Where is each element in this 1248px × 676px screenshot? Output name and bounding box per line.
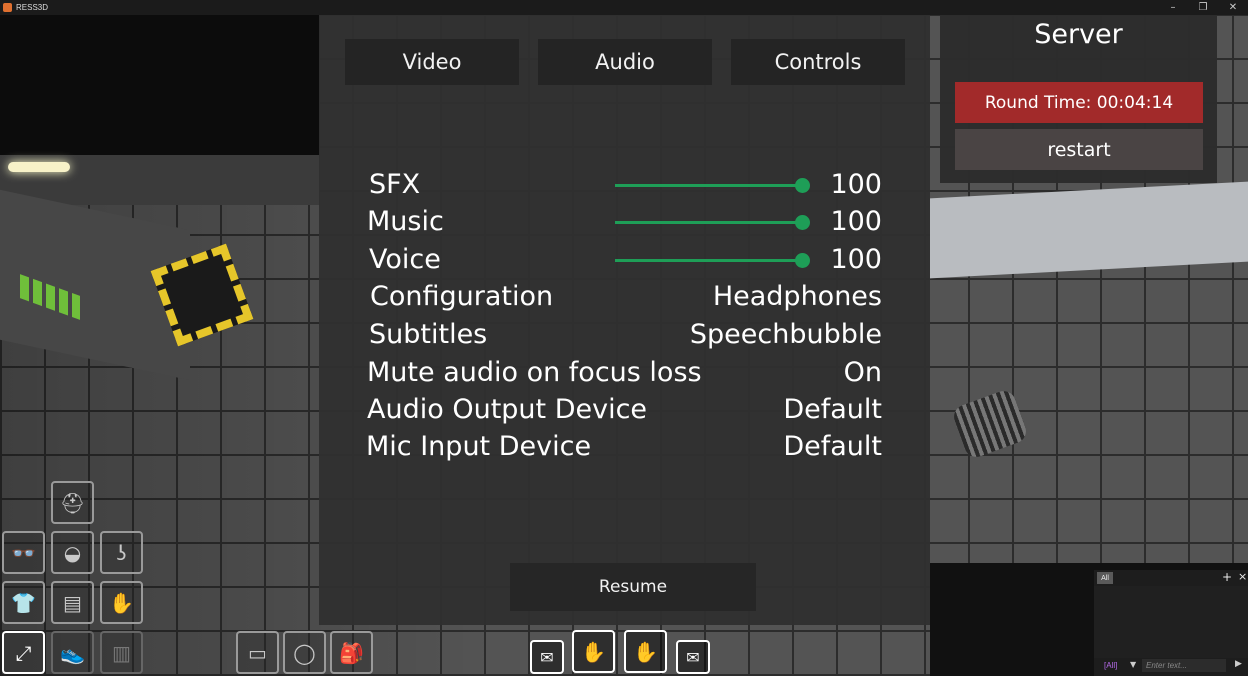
- slider-thumb[interactable]: [795, 215, 810, 230]
- hand-slot-right[interactable]: ✋: [624, 630, 667, 673]
- scene-floor-vent: [950, 387, 1030, 461]
- id-card-icon: ▭: [248, 640, 267, 665]
- shoes-icon: 👟: [60, 640, 85, 665]
- inventory-slot-backpack[interactable]: 🎒: [330, 631, 373, 674]
- suit-icon: ▥: [112, 640, 131, 665]
- mask-icon: ◒: [63, 540, 82, 565]
- setting-row-mic-device[interactable]: Mic Input Device Default: [319, 428, 930, 466]
- audio-settings-panel: Video Audio Controls SFX 100 Music 100 V…: [319, 15, 930, 625]
- setting-value[interactable]: Speechbubble: [690, 316, 882, 354]
- expand-icon: ⤢: [15, 640, 32, 665]
- setting-row-output-device[interactable]: Audio Output Device Default: [319, 391, 930, 429]
- setting-label: Audio Output Device: [367, 394, 648, 425]
- helmet-icon: ⛑: [59, 490, 86, 515]
- inventory-slot-head[interactable]: ⛑: [51, 481, 94, 524]
- setting-value: 100: [830, 206, 882, 237]
- setting-value[interactable]: On: [844, 354, 882, 392]
- glove-icon: ✋: [109, 590, 134, 615]
- setting-value: 100: [830, 169, 882, 200]
- setting-row-music: Music 100: [319, 203, 930, 241]
- inventory-toggle[interactable]: ⤢: [2, 631, 45, 674]
- inventory-slot-uniform[interactable]: 👕: [2, 581, 45, 624]
- setting-row-voice: Voice 100: [319, 241, 930, 279]
- restore-button[interactable]: ❐: [1188, 0, 1218, 15]
- chat-channel[interactable]: [All]: [1104, 661, 1117, 670]
- voice-slider[interactable]: [615, 253, 810, 268]
- inventory-slot-gloves[interactable]: ✋: [100, 581, 143, 624]
- hand-icon: ✋: [581, 639, 606, 664]
- setting-value[interactable]: Default: [783, 391, 882, 429]
- chat-tab-all[interactable]: All: [1097, 572, 1113, 584]
- tab-video[interactable]: Video: [345, 39, 519, 85]
- window-titlebar: RESS3D – ❐ ✕: [0, 0, 1248, 15]
- inventory-slot-suit[interactable]: ▥: [100, 631, 143, 674]
- setting-label: Voice: [369, 244, 441, 275]
- ear-icon: ʖ: [116, 540, 127, 565]
- setting-label: Configuration: [370, 281, 554, 312]
- pocket-icon: ✉: [540, 647, 554, 667]
- round-time-badge: Round Time: 00:04:14: [955, 82, 1203, 123]
- setting-label: Subtitles: [369, 319, 488, 350]
- setting-value[interactable]: Default: [783, 428, 882, 466]
- setting-value: 100: [830, 244, 882, 275]
- inventory-slot-mask[interactable]: ◒: [51, 531, 94, 574]
- minimize-button[interactable]: –: [1158, 0, 1188, 15]
- send-icon[interactable]: ▶: [1235, 659, 1242, 669]
- pocket-icon: ✉: [686, 647, 700, 667]
- inventory-slot-id[interactable]: ▭: [236, 631, 279, 674]
- resume-button[interactable]: Resume: [510, 563, 756, 611]
- add-tab-icon[interactable]: +: [1222, 570, 1232, 584]
- close-icon[interactable]: ×: [1238, 570, 1247, 583]
- tab-controls[interactable]: Controls: [731, 39, 905, 85]
- scene-wall: [0, 15, 320, 155]
- sfx-slider[interactable]: [615, 178, 810, 193]
- setting-row-subtitles[interactable]: Subtitles Speechbubble: [319, 316, 930, 354]
- setting-row-sfx: SFX 100: [319, 166, 930, 204]
- scene-lamp: [8, 162, 70, 172]
- hand-slot-left[interactable]: ✋: [572, 630, 615, 673]
- inventory-slot-eyes[interactable]: 👓: [2, 531, 45, 574]
- inventory-slot-belt[interactable]: ◯: [283, 631, 326, 674]
- inventory-slot-pocket-left[interactable]: ✉: [530, 640, 564, 674]
- setting-row-configuration[interactable]: Configuration Headphones: [319, 278, 930, 316]
- scene-table: [930, 181, 1248, 279]
- slider-thumb[interactable]: [795, 178, 810, 193]
- window-title: RESS3D: [16, 3, 49, 12]
- backpack-icon: 🎒: [339, 640, 364, 665]
- slider-thumb[interactable]: [795, 253, 810, 268]
- setting-label: SFX: [369, 169, 421, 200]
- inventory-slot-pocket-right[interactable]: ✉: [676, 640, 710, 674]
- app-icon: [3, 3, 12, 12]
- chat-log: [1094, 586, 1248, 658]
- setting-label: Mic Input Device: [366, 431, 592, 462]
- shirt-icon: 👕: [11, 590, 36, 615]
- restart-button[interactable]: restart: [955, 129, 1203, 170]
- setting-label: Mute audio on focus loss: [367, 357, 702, 388]
- inventory-slot-ear[interactable]: ʖ: [100, 531, 143, 574]
- inventory-slot-shoes[interactable]: 👟: [51, 631, 94, 674]
- glasses-icon: 👓: [11, 540, 36, 565]
- close-button[interactable]: ✕: [1218, 0, 1248, 15]
- chat-window: All + × [All] ▼ Enter text... ▶: [1094, 570, 1248, 676]
- chat-input[interactable]: Enter text...: [1142, 659, 1226, 672]
- tab-audio[interactable]: Audio: [538, 39, 712, 85]
- hand-icon: ✋: [633, 639, 658, 664]
- setting-label: Music: [367, 206, 444, 237]
- server-title: Server: [1034, 19, 1123, 50]
- music-slider[interactable]: [615, 215, 810, 230]
- belt-icon: ◯: [293, 640, 316, 665]
- inventory-slot-vest[interactable]: ▤: [51, 581, 94, 624]
- setting-row-mute-focus[interactable]: Mute audio on focus loss On: [319, 354, 930, 392]
- vest-icon: ▤: [63, 590, 82, 615]
- chevron-down-icon[interactable]: ▼: [1130, 660, 1136, 669]
- setting-value[interactable]: Headphones: [713, 278, 882, 316]
- server-panel: Server Round Time: 00:04:14 restart: [940, 15, 1217, 183]
